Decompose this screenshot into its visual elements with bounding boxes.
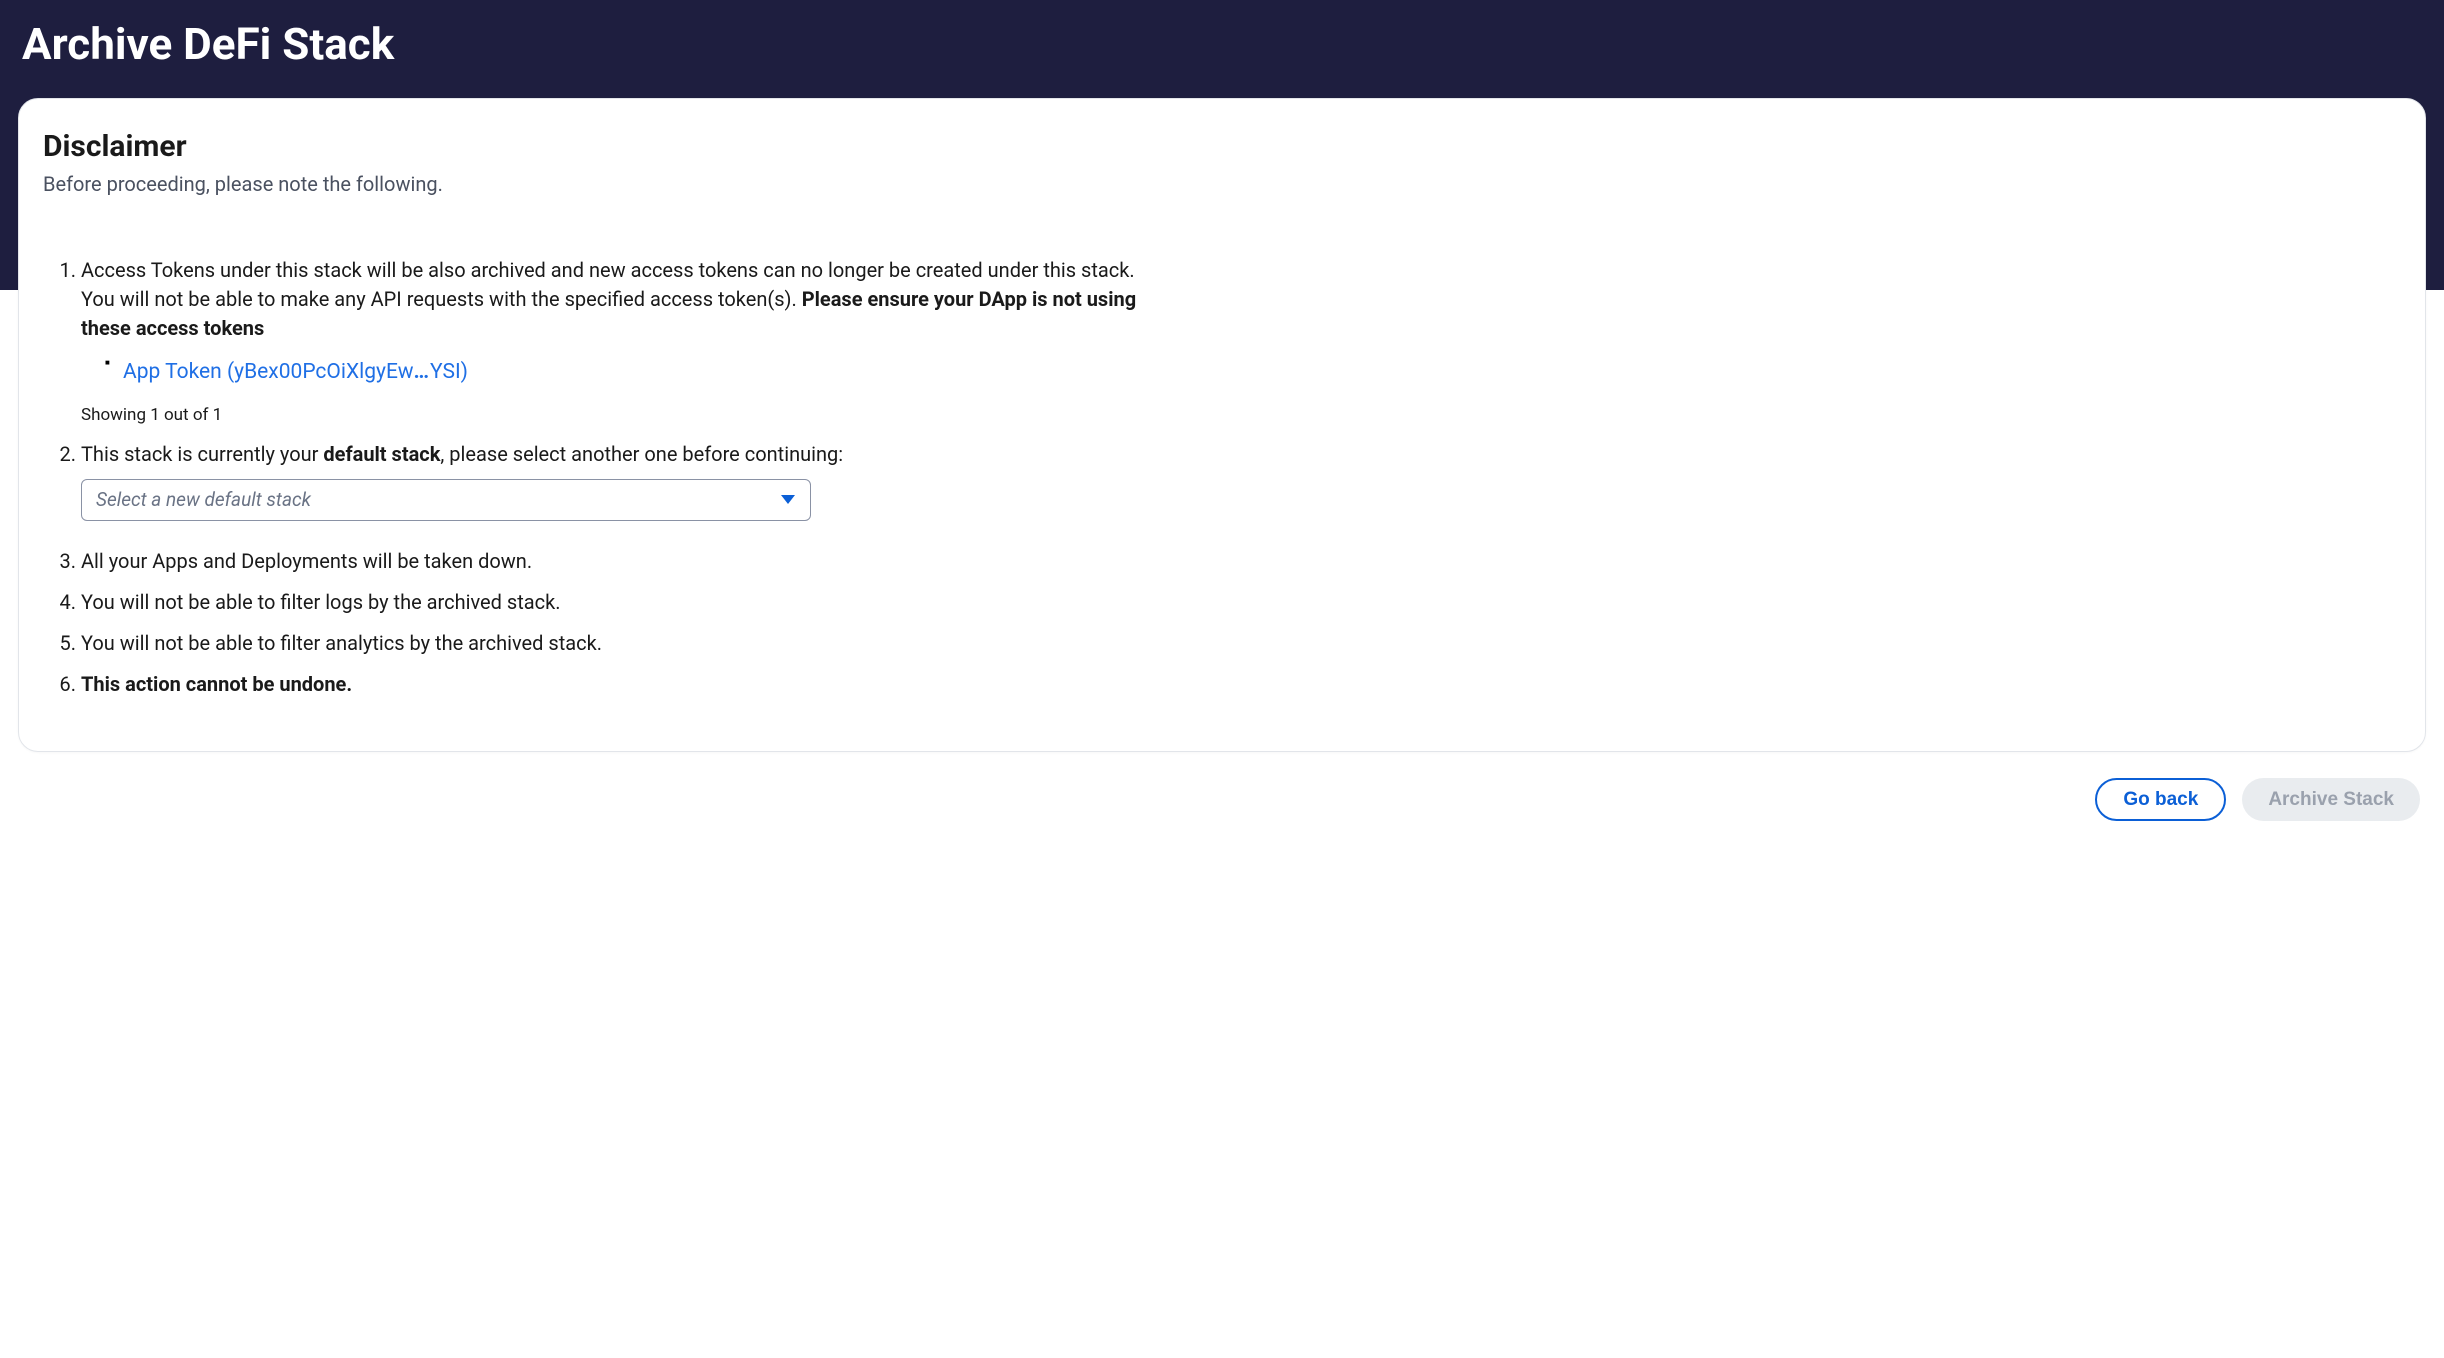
default-stack-select-wrap: Select a new default stack: [81, 479, 811, 521]
disclaimer-item-2-bold: default stack: [323, 442, 440, 466]
archive-stack-button[interactable]: Archive Stack: [2242, 778, 2420, 821]
disclaimer-item-4: You will not be able to filter logs by t…: [81, 588, 1143, 617]
disclaimer-item-6-bold: This action cannot be undone.: [81, 672, 352, 696]
token-list-item: App Token (yBex00PcOiXlgyEw…YSI): [105, 357, 1143, 387]
page-container: Archive DeFi Stack Disclaimer Before pro…: [0, 0, 2444, 851]
disclaimer-item-2-text-b: , please select another one before conti…: [440, 442, 843, 466]
disclaimer-item-5: You will not be able to filter analytics…: [81, 629, 1143, 658]
disclaimer-item-2-text-a: This stack is currently your: [81, 442, 323, 466]
action-bar: Go back Archive Stack: [18, 778, 2426, 821]
default-stack-select[interactable]: Select a new default stack: [81, 479, 811, 521]
token-label-ellipsis: …: [413, 360, 430, 384]
disclaimer-item-3: All your Apps and Deployments will be ta…: [81, 547, 1143, 576]
page-title: Archive DeFi Stack: [18, 0, 2426, 98]
app-token-link[interactable]: App Token (yBex00PcOiXlgyEw…YSI): [123, 360, 468, 384]
disclaimer-list: Access Tokens under this stack will be a…: [43, 256, 1143, 699]
disclaimer-heading: Disclaimer: [43, 129, 2401, 164]
token-showing-count: Showing 1 out of 1: [81, 403, 1143, 428]
disclaimer-subheading: Before proceeding, please note the follo…: [43, 172, 2401, 196]
disclaimer-card: Disclaimer Before proceeding, please not…: [18, 98, 2426, 752]
disclaimer-item-2: This stack is currently your default sta…: [81, 440, 1143, 521]
disclaimer-item-1: Access Tokens under this stack will be a…: [81, 256, 1143, 428]
disclaimer-item-6: This action cannot be undone.: [81, 670, 1143, 699]
token-label-prefix: App Token (yBex00PcOiXlgyEw: [123, 360, 413, 384]
token-label-suffix: YSI): [430, 360, 468, 384]
token-list: App Token (yBex00PcOiXlgyEw…YSI): [81, 357, 1143, 387]
go-back-button[interactable]: Go back: [2095, 778, 2226, 821]
default-stack-select-placeholder: Select a new default stack: [96, 486, 311, 514]
